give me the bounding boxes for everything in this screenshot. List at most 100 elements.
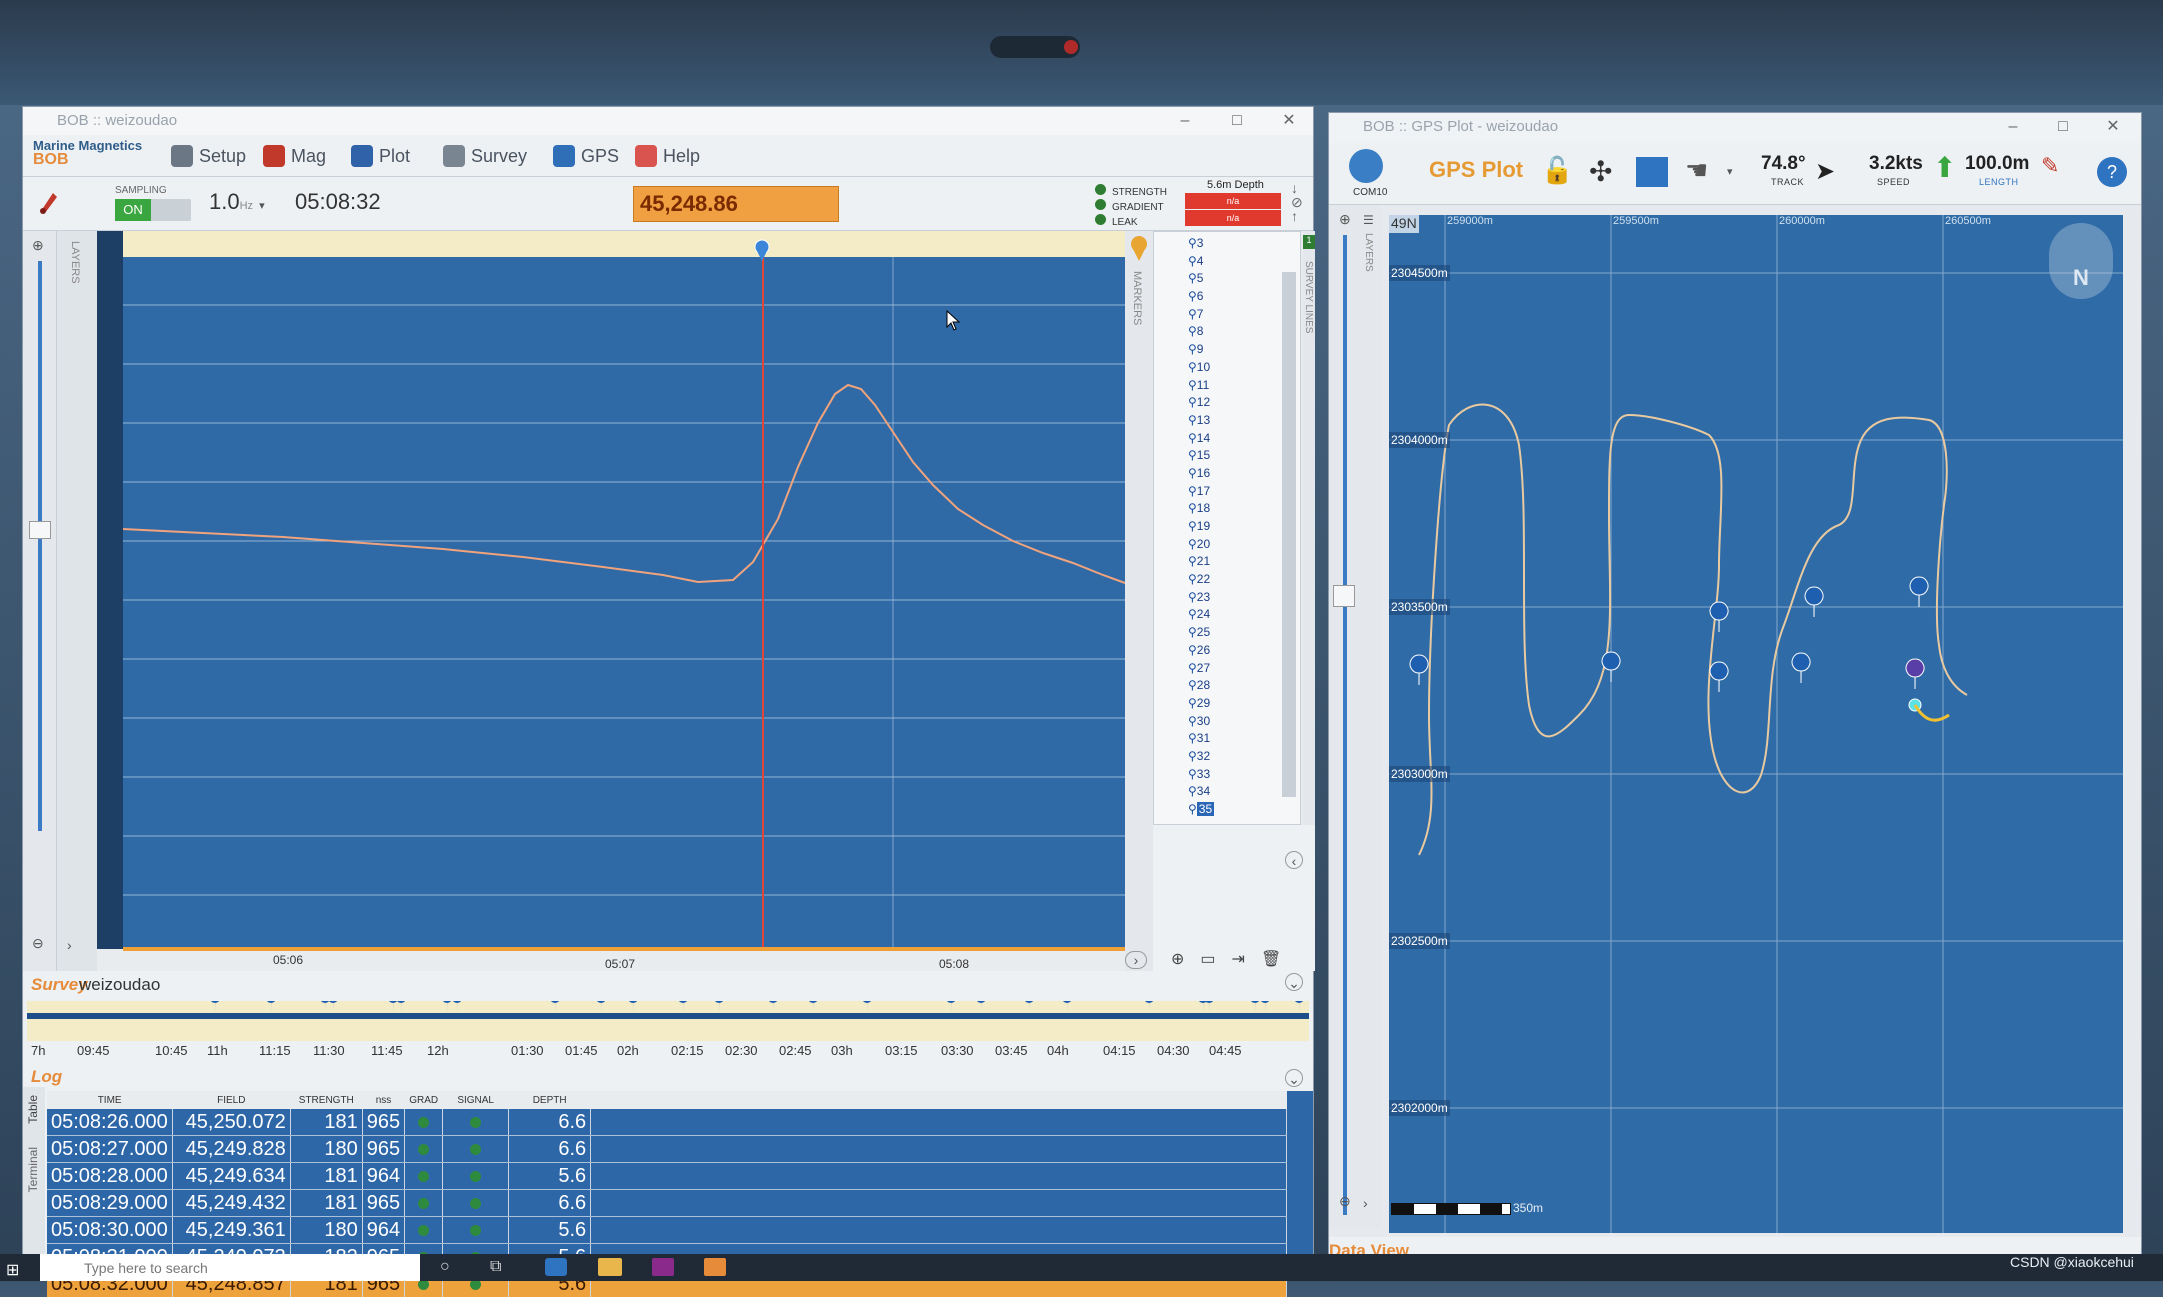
marker-list-item[interactable]: ⚲16 — [1154, 465, 1300, 483]
col-grad[interactable]: GRAD — [405, 1091, 443, 1109]
zoom-slider-track[interactable] — [38, 261, 42, 831]
marker-list-item[interactable]: ⚲24 — [1154, 606, 1300, 624]
map-chevron-right-icon[interactable]: › — [1363, 1195, 1368, 1211]
marker-list-item[interactable]: ⚲19 — [1154, 518, 1300, 536]
col-field[interactable]: FIELD — [172, 1091, 290, 1109]
col-time[interactable]: TIME — [47, 1091, 172, 1109]
marker-list-item[interactable]: ⚲3 — [1154, 235, 1300, 253]
survey-lines-tab[interactable]: SURVEY LINES — [1303, 261, 1314, 333]
panel-collapse-button[interactable]: ‹ — [1285, 851, 1303, 869]
taskbar-search[interactable]: Type here to search — [40, 1254, 420, 1281]
menu-plot[interactable]: Plot — [351, 141, 410, 171]
marker-list-scrollbar[interactable] — [1282, 272, 1296, 797]
map-layers-icon[interactable] — [1636, 157, 1668, 187]
pan-hand-icon[interactable]: ☚ — [1685, 155, 1708, 186]
marker-list-item[interactable]: ⚲26 — [1154, 642, 1300, 660]
log-table-container[interactable]: TIME FIELD STRENGTH nss GRAD SIGNAL DEPT… — [47, 1091, 1313, 1267]
marker-list-item[interactable]: ⚲17 — [1154, 483, 1300, 501]
marker-list-item[interactable]: ⚲22 — [1154, 571, 1300, 589]
export-icon[interactable]: ⇥ — [1232, 949, 1245, 969]
marker-list[interactable]: ⚲3⚲4⚲5⚲6⚲7⚲8⚲9⚲10⚲11⚲12⚲13⚲14⚲15⚲16⚲17⚲1… — [1153, 231, 1301, 825]
marker-list-item[interactable]: ⚲33 — [1154, 766, 1300, 784]
help-icon[interactable]: ? — [2097, 157, 2127, 187]
search-icon[interactable]: ○ — [440, 1258, 450, 1276]
table-row[interactable]: 05:08:30.00045,249.3611809645.6 — [47, 1217, 1287, 1244]
marker-list-item[interactable]: ⚲14 — [1154, 430, 1300, 448]
cursor-pin-icon[interactable] — [753, 239, 771, 261]
zoom-out-icon[interactable]: ⊖ — [32, 935, 44, 952]
folder-icon[interactable]: ▭ — [1200, 949, 1215, 969]
windows-start-icon[interactable]: ⊞ — [6, 1260, 19, 1280]
marker-list-item[interactable]: ⚲6 — [1154, 288, 1300, 306]
col-signal[interactable]: SIGNAL — [443, 1091, 509, 1109]
menu-survey[interactable]: Survey — [443, 141, 527, 171]
menu-setup[interactable]: Setup — [171, 141, 246, 171]
marker-list-item[interactable]: ⚲27 — [1154, 660, 1300, 678]
collapse-markers-button[interactable]: › — [1125, 951, 1147, 969]
file-explorer-icon[interactable] — [598, 1258, 622, 1276]
zoom-slider-handle[interactable] — [29, 521, 51, 539]
table-row[interactable]: 05:08:27.00045,249.8281809656.6 — [47, 1136, 1287, 1163]
map-zoom-out-icon[interactable]: ⊖ — [1339, 1193, 1351, 1210]
chevron-down-icon[interactable]: ▾ — [1727, 165, 1733, 178]
tab-table[interactable]: Table — [26, 1095, 40, 1124]
gps-maximize-button[interactable]: □ — [2041, 113, 2085, 141]
marker-list-item[interactable]: ⚲35 — [1154, 801, 1300, 819]
marker-list-item[interactable]: ⚲11 — [1154, 377, 1300, 395]
col-strength[interactable]: STRENGTH — [290, 1091, 362, 1109]
col-nss[interactable]: nss — [362, 1091, 404, 1109]
table-row[interactable]: 05:08:26.00045,250.0721819656.6 — [47, 1109, 1287, 1136]
sample-rate-select[interactable]: 1.0Hz ▾ — [209, 189, 265, 215]
marker-list-item[interactable]: ⚲23 — [1154, 589, 1300, 607]
marker-pin-icon[interactable] — [1129, 235, 1149, 261]
map-zoom-track[interactable] — [1343, 235, 1347, 1215]
add-marker-icon[interactable]: ⊕ — [1171, 949, 1184, 969]
minimize-button[interactable]: – — [1163, 107, 1207, 135]
app-icon[interactable] — [652, 1258, 674, 1276]
gps-close-button[interactable]: ✕ — [2091, 113, 2135, 141]
center-icon[interactable]: ✣ — [1589, 155, 1612, 188]
survey-timeline[interactable] — [27, 1001, 1309, 1041]
marker-list-item[interactable]: ⚲18 — [1154, 500, 1300, 518]
table-row[interactable]: 05:08:29.00045,249.4321819656.6 — [47, 1190, 1287, 1217]
marker-list-item[interactable]: ⚲5 — [1154, 270, 1300, 288]
marker-list-item[interactable]: ⚲32 — [1154, 748, 1300, 766]
collapse-survey-button[interactable]: ⌄ — [1285, 973, 1303, 991]
marker-list-item[interactable]: ⚲30 — [1154, 713, 1300, 731]
marker-list-item[interactable]: ⚲8 — [1154, 323, 1300, 341]
layers-tab[interactable]: LAYERS — [69, 241, 81, 284]
sampling-toggle[interactable]: ON — [115, 199, 191, 221]
marker-list-item[interactable]: ⚲9 — [1154, 341, 1300, 359]
task-view-icon[interactable]: ⧉ — [490, 1258, 501, 1276]
marker-list-item[interactable]: ⚲25 — [1154, 624, 1300, 642]
map-zoom-handle[interactable] — [1333, 585, 1355, 607]
table-row[interactable]: 05:08:28.00045,249.6341819645.6 — [47, 1163, 1287, 1190]
zoom-in-icon[interactable]: ⊕ — [32, 237, 44, 254]
gps-connection-icon[interactable] — [1349, 149, 1383, 183]
markers-tab[interactable]: MARKERS — [1131, 271, 1143, 325]
collapse-log-button[interactable]: ⌄ — [1285, 1069, 1303, 1087]
layers-stack-icon[interactable]: ☰ — [1363, 213, 1374, 227]
marker-list-item[interactable]: ⚲7 — [1154, 306, 1300, 324]
lock-icon[interactable]: 🔓 — [1541, 155, 1573, 186]
marker-list-item[interactable]: ⚲34 — [1154, 783, 1300, 801]
close-button[interactable]: ✕ — [1267, 107, 1311, 135]
map-zoom-in-icon[interactable]: ⊕ — [1339, 211, 1351, 228]
menu-help[interactable]: Help — [635, 141, 700, 171]
edge-browser-icon[interactable] — [545, 1258, 567, 1276]
marker-list-item[interactable]: ⚲31 — [1154, 730, 1300, 748]
marker-list-item[interactable]: ⚲13 — [1154, 412, 1300, 430]
marker-list-item[interactable]: ⚲28 — [1154, 677, 1300, 695]
marker-list-item[interactable]: ⚲29 — [1154, 695, 1300, 713]
map-layers-tab[interactable]: LAYERS — [1363, 233, 1374, 272]
bob-app-icon[interactable] — [704, 1258, 726, 1276]
depth-controls[interactable]: ↓⊘↑ — [1291, 181, 1303, 223]
menu-mag[interactable]: Mag — [263, 141, 326, 171]
col-depth[interactable]: DEPTH — [509, 1091, 591, 1109]
plot-cursor-rail[interactable] — [123, 231, 1125, 257]
maximize-button[interactable]: □ — [1215, 107, 1259, 135]
marker-list-item[interactable]: ⚲20 — [1154, 536, 1300, 554]
chevron-right-icon[interactable]: › — [67, 937, 72, 953]
marker-list-item[interactable]: ⚲12 — [1154, 394, 1300, 412]
menu-gps[interactable]: GPS — [553, 141, 619, 171]
